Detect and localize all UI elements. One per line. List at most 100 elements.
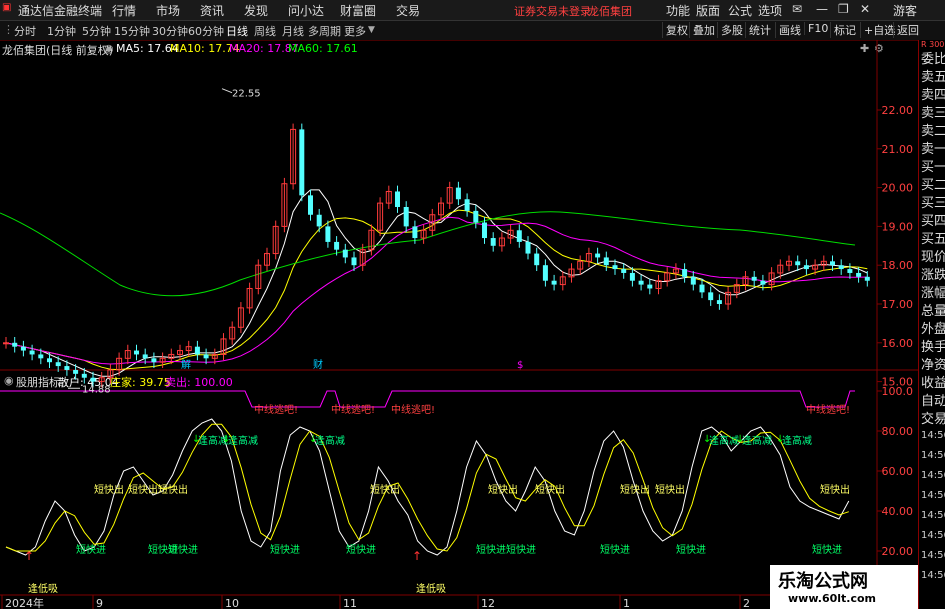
period-15min[interactable]: 15分钟 bbox=[114, 23, 150, 39]
period-monthly[interactable]: 月线 bbox=[282, 23, 304, 39]
candle-body bbox=[473, 210, 479, 223]
indicator-tick-label: 80.00 bbox=[882, 425, 914, 438]
panel-time: 14:56 bbox=[921, 430, 945, 441]
panel-sell1: 卖一 bbox=[921, 142, 945, 157]
menu-shichang[interactable]: 市场 bbox=[156, 2, 180, 19]
candle-body bbox=[490, 238, 496, 246]
btn-biaoji[interactable]: 标记 bbox=[830, 22, 856, 38]
panel-trade[interactable]: 交易 bbox=[921, 408, 945, 427]
menu-xuanxiang[interactable]: 选项 bbox=[758, 2, 782, 19]
menu-jiaoyi[interactable]: 交易 bbox=[396, 2, 420, 19]
candle-body bbox=[708, 292, 714, 301]
candle-body bbox=[3, 342, 9, 345]
panel-weibi: 委比 bbox=[921, 52, 945, 67]
period-weekly[interactable]: 周线 bbox=[254, 23, 276, 39]
candle-body bbox=[682, 269, 688, 277]
panel-sell4: 卖四 bbox=[921, 88, 945, 103]
candle-body bbox=[203, 354, 209, 359]
short-out-label: 短快出 bbox=[94, 483, 124, 496]
indicator-tick-label: 40.00 bbox=[882, 505, 914, 518]
candle-body bbox=[621, 269, 627, 273]
panel-time: 14:56 bbox=[921, 570, 945, 581]
price-tick-label: 17.00 bbox=[882, 298, 914, 311]
btn-huaxian[interactable]: 画线 bbox=[775, 22, 801, 38]
candle-body bbox=[55, 362, 61, 367]
period-60min[interactable]: 60分钟 bbox=[188, 23, 224, 39]
menu-wenxiaoda[interactable]: 问小达 bbox=[288, 2, 324, 19]
candle-body bbox=[194, 346, 200, 355]
candle-body bbox=[73, 369, 79, 374]
finance-marker: 财 bbox=[313, 358, 323, 371]
period-1min[interactable]: 1分钟 bbox=[47, 23, 76, 39]
candle-body bbox=[325, 226, 331, 242]
more-dropdown-icon[interactable]: ▼ bbox=[368, 25, 375, 35]
period-more[interactable]: 更多 bbox=[344, 23, 366, 39]
menu-banmian[interactable]: 版面 bbox=[696, 2, 720, 19]
btn-add-watchlist[interactable]: +自选 bbox=[860, 22, 895, 38]
btn-tongji[interactable]: 统计 bbox=[745, 22, 771, 38]
watermark-title: 乐淘公式网 bbox=[778, 571, 868, 592]
menu-faxian[interactable]: 发现 bbox=[244, 2, 268, 19]
candle-body bbox=[64, 366, 70, 370]
period-multi[interactable]: 多周期 bbox=[308, 23, 341, 39]
period-30min[interactable]: 30分钟 bbox=[152, 23, 188, 39]
panel-earnings: 收益 bbox=[921, 376, 945, 391]
close-icon[interactable]: ✕ bbox=[860, 2, 870, 16]
panel-buy2: 买二 bbox=[921, 178, 945, 193]
kline-chart-area[interactable]: 中线逃吧! 中线逃吧! 中线逃吧! 中线逃吧!↓逢高减↓逢高减 ↓逢高减 ↓逢高减↓逢高减… bbox=[0, 40, 918, 609]
panel-sell3: 卖三 bbox=[921, 106, 945, 121]
candle-body bbox=[464, 199, 470, 211]
toolbar-handle-icon: ⋮ bbox=[3, 23, 14, 36]
candle-body bbox=[142, 354, 148, 359]
candle-body bbox=[647, 284, 653, 289]
btn-fuquan[interactable]: 复权 bbox=[662, 22, 688, 38]
low-buy-label: 逢低吸 bbox=[28, 582, 58, 595]
candle-body bbox=[12, 342, 18, 347]
candle-body bbox=[351, 257, 357, 266]
candle-body bbox=[856, 272, 862, 277]
btn-duogu[interactable]: 多股 bbox=[717, 22, 743, 38]
mail-icon[interactable]: ✉ bbox=[792, 2, 802, 16]
short-in-label: 短快进 bbox=[346, 543, 376, 556]
menu-zixun[interactable]: 资讯 bbox=[200, 2, 224, 19]
panel-price: 现价 bbox=[921, 250, 945, 265]
panel-time: 14:56 bbox=[921, 550, 945, 561]
candle-body bbox=[412, 226, 418, 239]
candle-body bbox=[134, 350, 139, 355]
candle-body bbox=[760, 280, 766, 285]
btn-back[interactable]: 返回 bbox=[893, 22, 919, 38]
x-axis-label: 10 bbox=[225, 597, 239, 609]
candle-body bbox=[551, 280, 557, 285]
panel-buy5: 买五 bbox=[921, 232, 945, 247]
candle-body bbox=[516, 230, 522, 242]
period-daily[interactable]: 日线 bbox=[226, 23, 248, 39]
low-buy-label: 逢低吸 bbox=[416, 582, 446, 595]
ma60-line bbox=[0, 211, 856, 297]
candle-body bbox=[20, 346, 26, 351]
panel-auto[interactable]: 自动 bbox=[921, 390, 945, 409]
low-buy-arrow-icon: ↑ bbox=[24, 549, 34, 563]
menu-gongneng[interactable]: 功能 bbox=[666, 2, 690, 19]
trade-login-status[interactable]: 证券交易未登录 bbox=[514, 3, 591, 19]
high-price-label: 22.55 bbox=[232, 89, 261, 100]
panel-net-assets: 净资 bbox=[921, 358, 945, 373]
menu-caifuquan[interactable]: 财富圈 bbox=[340, 2, 376, 19]
candle-body bbox=[542, 265, 548, 281]
menu-gongshi[interactable]: 公式 bbox=[728, 2, 752, 19]
candle-body bbox=[699, 284, 705, 293]
short-in-label: 短快进 bbox=[506, 543, 536, 556]
btn-diejia[interactable]: 叠加 bbox=[689, 22, 715, 38]
x-axis-label: 1 bbox=[623, 597, 630, 609]
user-label[interactable]: 游客 bbox=[893, 2, 917, 19]
period-5min[interactable]: 5分钟 bbox=[82, 23, 111, 39]
panel-time: 14:56 bbox=[921, 510, 945, 521]
low-buy-arrow-icon: ↑ bbox=[412, 549, 422, 563]
btn-f10[interactable]: F10 bbox=[804, 22, 828, 35]
restore-icon[interactable]: ❐ bbox=[838, 2, 849, 16]
sell-signal-label: 中线逃吧! bbox=[391, 403, 435, 416]
short-out-label: 短快出 bbox=[488, 483, 518, 496]
panel-time: 14:56 bbox=[921, 490, 945, 501]
period-fenshi[interactable]: 分时 bbox=[14, 23, 36, 39]
minimize-icon[interactable]: — bbox=[816, 2, 828, 16]
menu-hangqing[interactable]: 行情 bbox=[112, 2, 136, 19]
